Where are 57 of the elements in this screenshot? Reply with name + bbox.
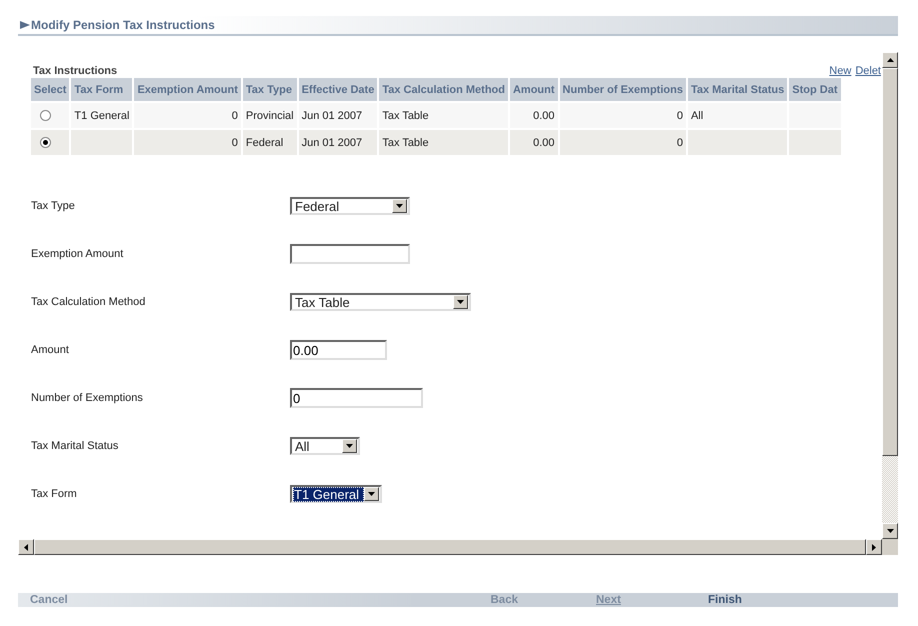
scrollbar-corner [882,539,898,555]
column-header: Number of Exemptions [558,78,687,102]
link[interactable]: New [829,65,852,77]
column-header: Select [31,78,70,102]
right-arrow-icon[interactable] [872,544,876,550]
field-label: Tax Calculation Method [31,296,146,308]
input-field[interactable]: 0.00 [290,340,387,360]
down-arrow-icon[interactable] [886,529,894,533]
field-label: Tax Type [31,200,75,212]
link[interactable]: Delet [855,65,881,77]
table-cell: 0 [232,110,238,122]
dropdown[interactable]: T1 General [290,485,382,503]
caret-icon[interactable] [368,492,375,496]
dropdown[interactable]: Federal [290,197,410,215]
table-cell: 0.00 [533,110,555,122]
field-label: Tax Marital Status [31,440,118,452]
input-field[interactable]: 0 [290,388,423,408]
caret-icon[interactable] [457,300,464,304]
field-label: Exemption Amount [31,248,124,260]
table-cell: T1 General [74,110,130,122]
page-title: Modify Pension Tax Instructions [31,18,215,32]
vertical-scrollbar[interactable] [882,52,898,539]
table-cell: 0 [676,110,683,122]
field-label: Tax Form [31,488,77,500]
caret-icon[interactable] [346,444,353,448]
table-cell: 0 [676,136,683,148]
column-header: Effective Date [298,78,378,102]
table-cell: Tax Table [382,136,429,148]
column-header: Tax Marital Status [686,78,788,102]
scrollbar-thumb[interactable] [882,68,898,456]
column-header: Tax Type [242,78,298,102]
table-cell: 0.00 [533,136,555,148]
up-arrow-icon[interactable] [886,58,894,62]
table-cell: Federal [246,136,284,148]
table-cell: 0 [232,136,238,148]
field-label: Number of Exemptions [31,392,143,404]
table-cell: All [690,110,704,122]
table-cell: Tax Table [382,110,429,122]
column-header: Stop Dat [788,78,842,102]
column-header: Tax Calculation Method [378,78,509,102]
column-header: Amount [508,78,559,102]
table-cell: Provincial [246,110,294,122]
radio-button[interactable] [40,110,51,122]
column-header: Tax Form [70,78,134,102]
table-cell: Jun 01 2007 [302,136,362,148]
left-arrow-icon[interactable] [24,544,28,550]
wizard-button[interactable]: Finish [708,594,742,606]
section-title: Tax Instructions [32,65,118,77]
radio-button[interactable] [40,137,51,148]
caret-icon[interactable] [396,204,403,208]
field-label: Amount [31,344,69,356]
triangle-icon [20,21,30,29]
table-cell: Jun 01 2007 [302,110,362,122]
column-header: Exemption Amount [133,78,242,102]
dropdown[interactable]: All [290,437,360,455]
input-field[interactable] [290,244,410,264]
dropdown[interactable]: Tax Table [290,293,471,311]
